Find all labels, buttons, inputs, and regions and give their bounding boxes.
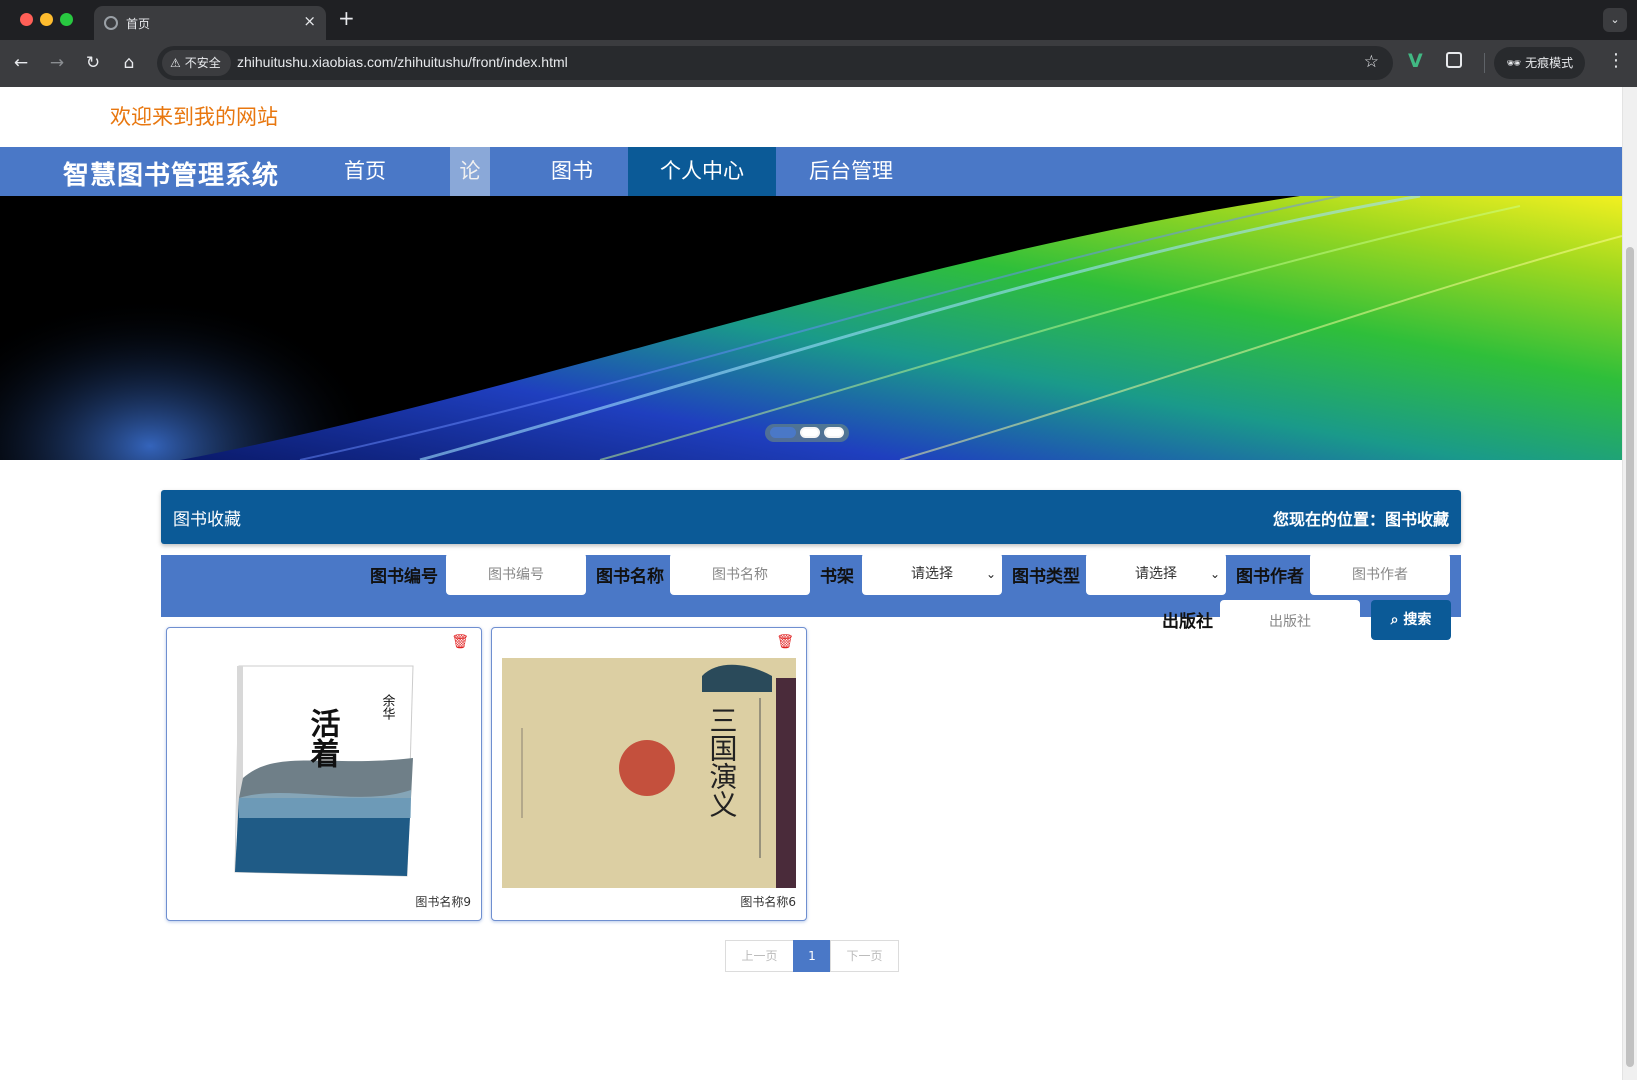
tab-search-chevron-icon[interactable]: ⌄	[1603, 8, 1627, 32]
page-1-button[interactable]: 1	[793, 940, 831, 972]
chevron-down-icon: ⌄	[985, 567, 996, 581]
book-cover-image: 三国演义	[502, 658, 796, 888]
warning-icon: ⚠	[170, 56, 181, 70]
nav-item-home[interactable]: 首页	[313, 147, 417, 196]
home-icon[interactable]: ⌂	[116, 50, 142, 76]
incognito-badge[interactable]: 🕶 无痕模式	[1494, 47, 1586, 79]
vue-devtools-extension-icon[interactable]: V	[1408, 50, 1423, 72]
address-bar[interactable]: ⚠ 不安全 zhihuitushu.xiaobias.com/zhihuitush…	[157, 46, 1393, 80]
book-type-label: 图书类型	[1012, 567, 1080, 587]
minimize-window-button[interactable]	[40, 13, 53, 26]
carousel-dot-2[interactable]	[800, 427, 820, 438]
globe-icon	[104, 16, 118, 30]
reload-icon[interactable]: ↻	[80, 50, 106, 76]
extensions-puzzle-icon[interactable]	[1446, 52, 1462, 68]
carousel-indicators	[765, 424, 849, 442]
maximize-window-button[interactable]	[60, 13, 73, 26]
author-label: 图书作者	[1236, 567, 1304, 587]
site-brand: 智慧图书管理系统	[63, 161, 280, 191]
carousel-dot-3[interactable]	[824, 427, 844, 438]
trash-icon[interactable]: 🗑	[776, 634, 794, 650]
security-chip[interactable]: ⚠ 不安全	[162, 50, 231, 76]
search-button[interactable]: ⌕ 搜索	[1371, 600, 1451, 640]
book-name: 图书名称9	[415, 895, 471, 909]
book-type-select-value: 请选择	[1135, 566, 1177, 582]
book-name-input[interactable]	[670, 553, 810, 595]
book-no-label: 图书编号	[370, 567, 438, 587]
browser-menu-icon[interactable]: ⋮	[1607, 50, 1625, 71]
nav-item-personal-center[interactable]: 个人中心	[628, 147, 776, 196]
shelf-select[interactable]: 请选择 ⌄	[862, 553, 1002, 595]
browser-tab-bar: 首页 × + ⌄	[0, 0, 1637, 40]
close-window-button[interactable]	[20, 13, 33, 26]
web-page: 欢迎来到我的网站 智慧图书管理系统 首页 论坛 图书 个人中心 后台管理	[0, 87, 1622, 1080]
publisher-label: 出版社	[1162, 612, 1213, 632]
publisher-input[interactable]	[1220, 600, 1360, 642]
carousel-image	[0, 196, 1622, 460]
book-cover-image: 活着 余华	[177, 658, 471, 888]
shelf-select-value: 请选择	[911, 566, 953, 582]
nav-item-admin[interactable]: 后台管理	[790, 147, 912, 196]
back-arrow-icon[interactable]: ←	[8, 50, 34, 76]
author-input[interactable]	[1310, 553, 1450, 595]
carousel-dot-1[interactable]	[770, 427, 796, 438]
browser-toolbar: ← → ↻ ⌂ ⚠ 不安全 zhihuitushu.xiaobias.com/zh…	[0, 40, 1637, 87]
search-icon: ⌕	[1390, 612, 1404, 628]
page-scrollbar[interactable]	[1622, 87, 1637, 1080]
search-button-label: 搜索	[1403, 612, 1432, 628]
chevron-down-icon: ⌄	[1209, 567, 1220, 581]
cover-title-1: 活着	[305, 708, 341, 768]
nav-item-books[interactable]: 图书	[520, 147, 624, 196]
shelf-label: 书架	[820, 567, 854, 587]
breadcrumb: 您现在的位置：图书收藏	[1272, 510, 1449, 529]
section-title: 图书收藏	[173, 510, 241, 530]
security-label: 不安全	[184, 56, 221, 70]
cover-title-2: 三国演义	[706, 706, 739, 818]
cover-author-1: 余华	[380, 693, 396, 720]
scrollbar-thumb[interactable]	[1626, 247, 1634, 1067]
url-text[interactable]: zhihuitushu.xiaobias.com/zhihuitushu/fro…	[237, 54, 568, 70]
welcome-text: 欢迎来到我的网站	[110, 105, 278, 129]
main-navbar: 智慧图书管理系统 首页 论坛 图书 个人中心 后台管理	[0, 147, 1622, 231]
nav-item-forum[interactable]: 论坛	[450, 147, 490, 231]
trash-icon[interactable]: 🗑	[451, 634, 469, 650]
book-card[interactable]: 🗑 三国演义 图书名称6	[491, 627, 807, 921]
forward-arrow-icon[interactable]: →	[44, 50, 70, 76]
incognito-icon: 🕶	[1506, 56, 1526, 70]
bookmark-star-icon[interactable]: ☆	[1364, 52, 1379, 72]
tab-title: 首页	[126, 17, 151, 31]
book-no-input[interactable]	[446, 553, 586, 595]
book-type-select[interactable]: 请选择 ⌄	[1086, 553, 1226, 595]
book-card[interactable]: 🗑 活着 余华 图书名称9	[166, 627, 482, 921]
prev-page-button[interactable]: 上一页	[725, 940, 794, 972]
close-tab-icon[interactable]: ×	[303, 12, 316, 30]
book-name-label: 图书名称	[596, 567, 664, 587]
incognito-label: 无痕模式	[1525, 56, 1574, 70]
hero-carousel[interactable]	[0, 196, 1622, 460]
browser-tab-active[interactable]: 首页 ×	[94, 6, 326, 40]
new-tab-button[interactable]: +	[338, 6, 355, 30]
book-name: 图书名称6	[740, 895, 796, 909]
next-page-button[interactable]: 下一页	[830, 940, 899, 972]
toolbar-divider	[1484, 53, 1485, 73]
section-header: 图书收藏 您现在的位置：图书收藏	[161, 490, 1461, 544]
